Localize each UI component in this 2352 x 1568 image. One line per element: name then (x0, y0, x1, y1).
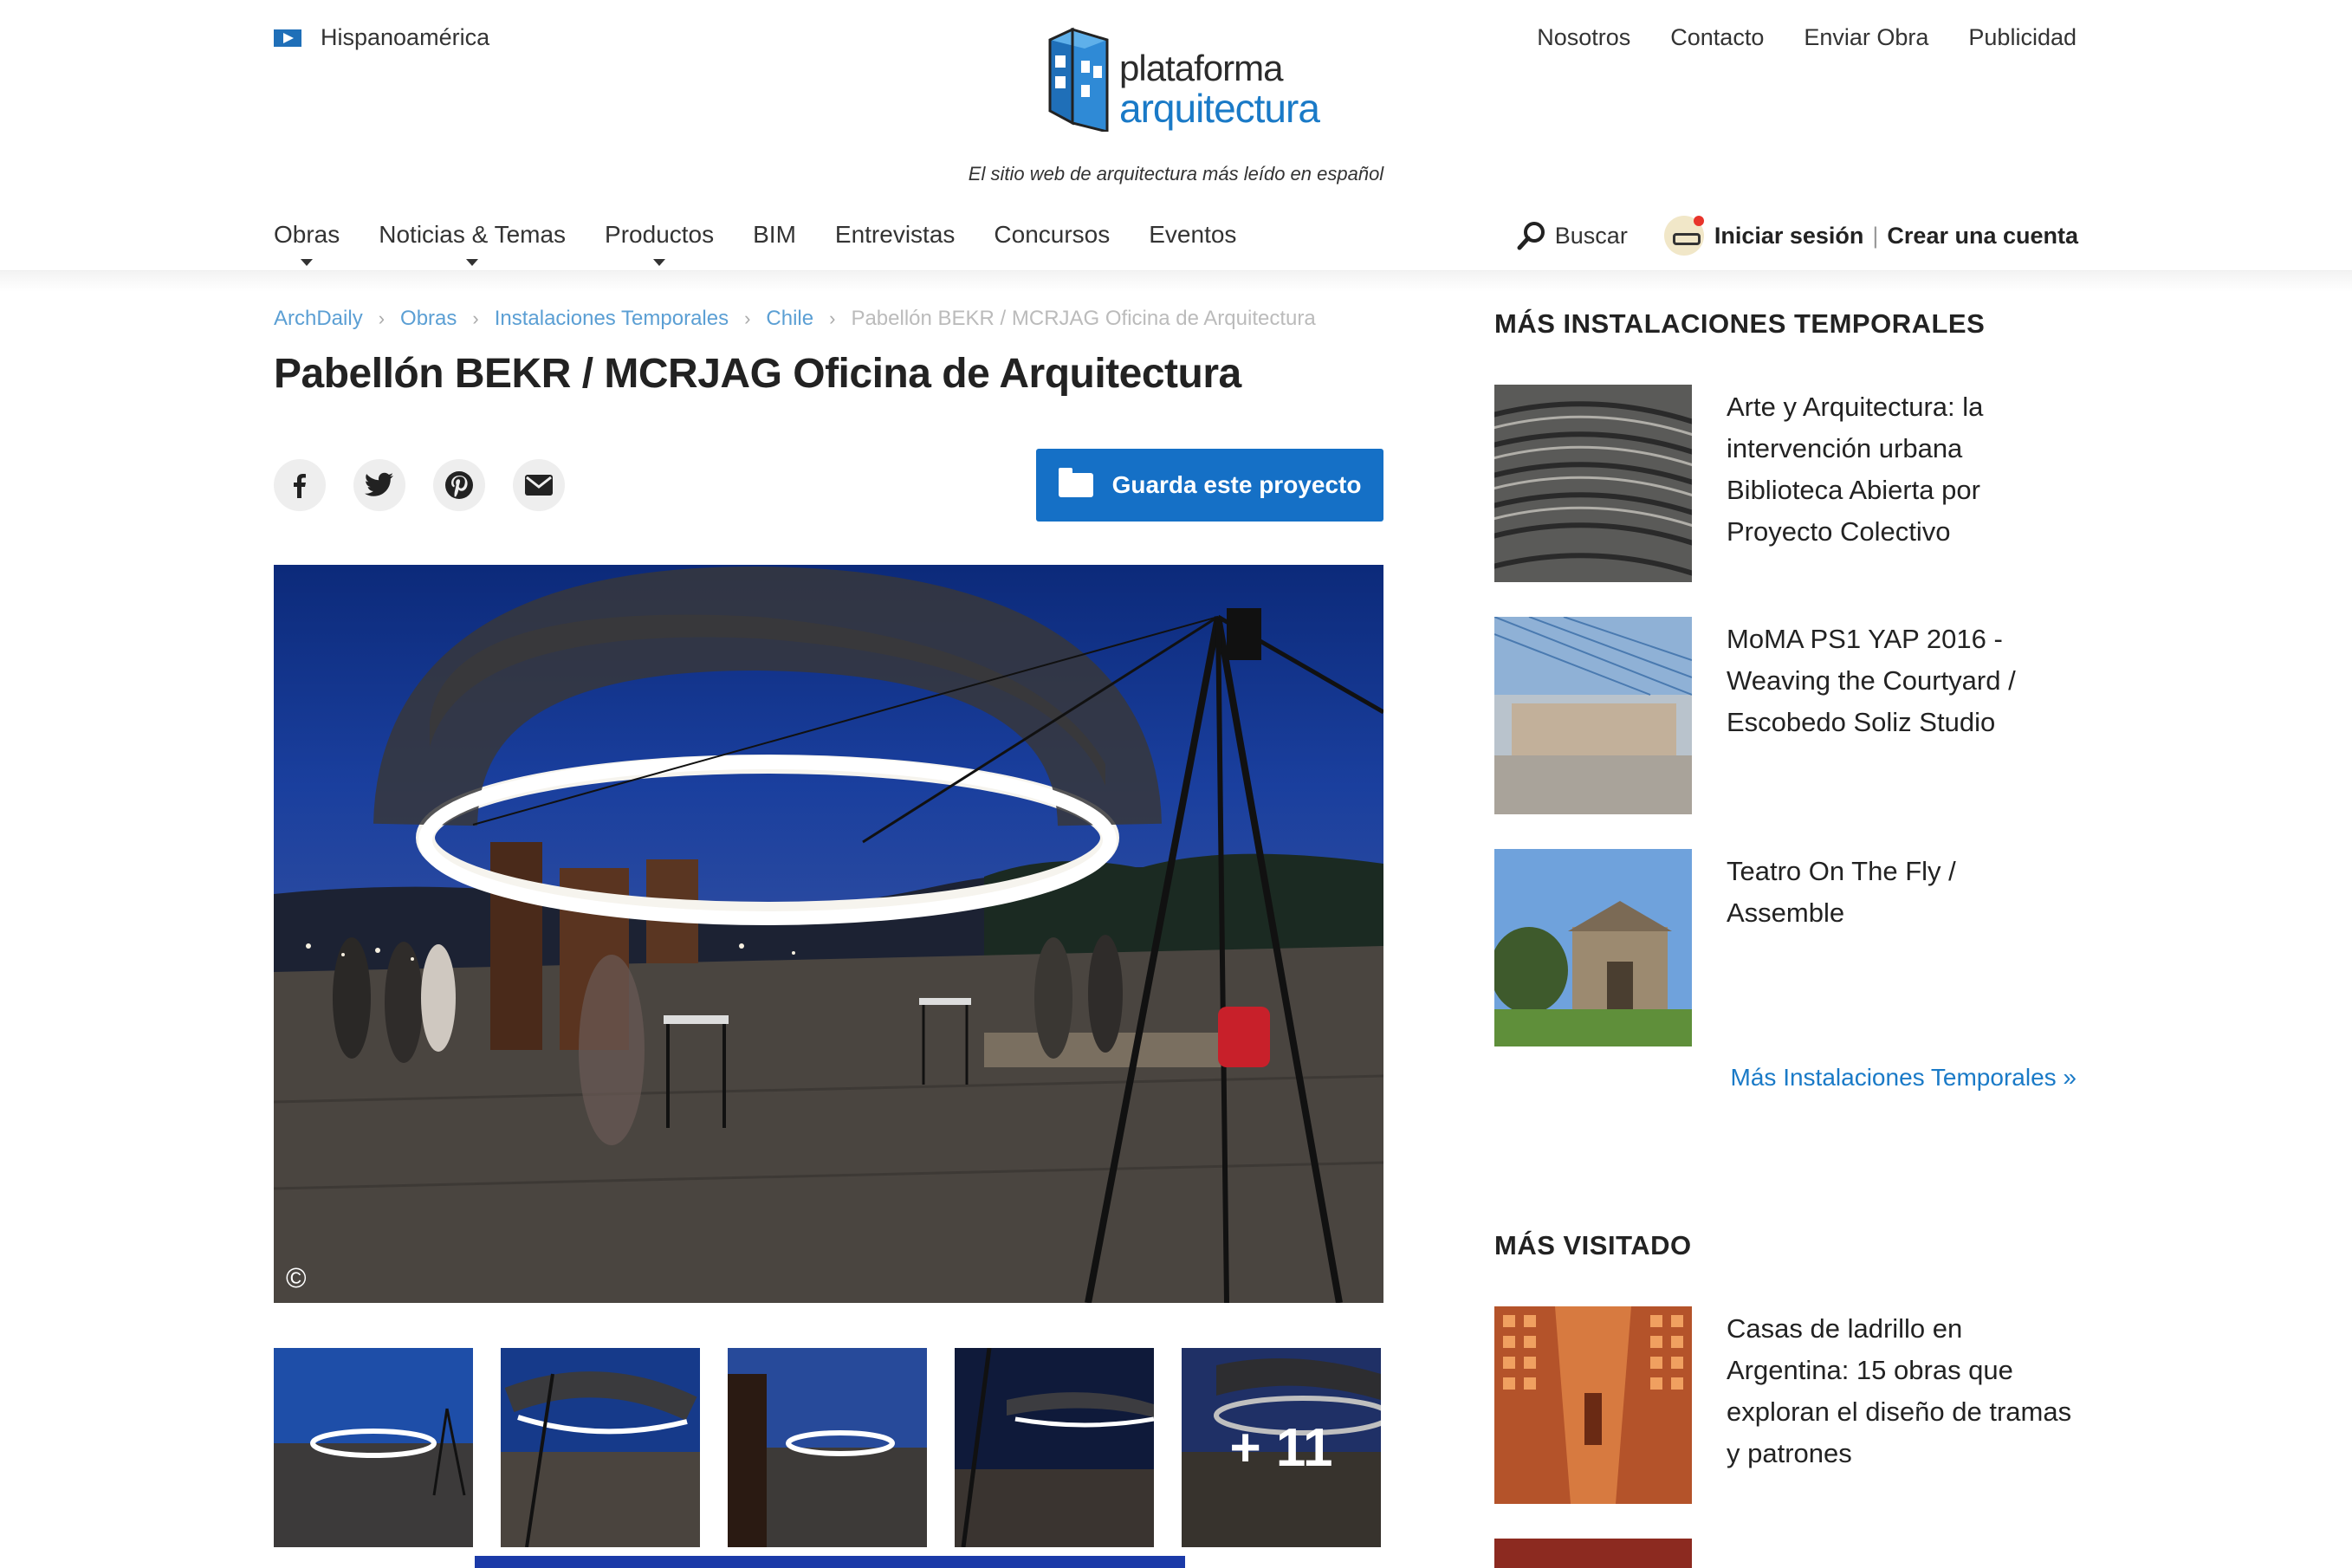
breadcrumb-separator: › (829, 308, 836, 329)
twitter-icon (365, 472, 393, 496)
breadcrumb-archdaily[interactable]: ArchDaily (274, 307, 363, 331)
page-title: Pabellón BEKR / MCRJAG Oficina de Arquit… (274, 351, 1241, 397)
top-links: Nosotros Contacto Enviar Obra Publicidad (1537, 24, 2077, 51)
logo-building-icon (1048, 27, 1109, 132)
link-enviar-obra[interactable]: Enviar Obra (1804, 24, 1928, 51)
site-tagline: El sitio web de arquitectura más leído e… (968, 163, 1384, 185)
pavilion-photo (274, 566, 1383, 1303)
logo-text-top: plataforma (1119, 48, 1283, 88)
thumbnail-image (274, 1348, 473, 1547)
sidebar-thumbnail (1494, 385, 1692, 582)
breadcrumb: ArchDaily › Obras › Instalaciones Tempor… (274, 307, 1316, 331)
region-label: Hispanoamérica (321, 24, 490, 50)
share-facebook-button[interactable] (274, 459, 326, 511)
sidebar-item[interactable]: Arte y Arquitectura: la intervención urb… (1494, 385, 2077, 582)
search-button[interactable]: Buscar (1517, 221, 1628, 250)
nav-productos[interactable]: Productos (605, 221, 714, 266)
site-logo[interactable]: plataforma arquitectura (1046, 21, 1320, 132)
region-selector[interactable]: Hispanoamérica (274, 24, 489, 51)
share-pinterest-button[interactable] (433, 459, 485, 511)
link-contacto[interactable]: Contacto (1670, 24, 1764, 51)
sidebar-thumbnail (1494, 849, 1692, 1046)
breadcrumb-chile[interactable]: Chile (766, 307, 813, 331)
login-link[interactable]: Iniciar sesión (1714, 223, 1864, 249)
share-email-button[interactable] (513, 459, 565, 511)
thumbnail-image (501, 1348, 700, 1547)
hero-image[interactable]: © (274, 565, 1383, 1303)
sidebar-thumbnail (1494, 1539, 1692, 1568)
sidebar-image (1494, 1539, 1692, 1568)
main-nav: Obras Noticias & Temas Productos BIM Ent… (0, 195, 2352, 292)
facebook-icon (294, 474, 306, 498)
thumbnail-4[interactable] (955, 1348, 1154, 1547)
link-publicidad[interactable]: Publicidad (1968, 24, 2077, 51)
sidebar-heading-instalaciones: MÁS INSTALACIONES TEMPORALES (1494, 308, 1986, 339)
breadcrumb-instalaciones[interactable]: Instalaciones Temporales (495, 307, 729, 331)
sidebar-image (1494, 385, 1692, 582)
sidebar-image (1494, 849, 1692, 1046)
sidebar-heading-mas-visitado: MÁS VISITADO (1494, 1230, 1692, 1260)
bottom-banner[interactable] (475, 1556, 1185, 1568)
nav-concursos[interactable]: Concursos (994, 221, 1110, 249)
thumbnail-image (728, 1348, 927, 1547)
breadcrumb-separator: › (378, 308, 386, 329)
sidebar-thumbnail (1494, 1306, 1692, 1504)
sidebar-item-title[interactable]: Casas de ladrillo en Argentina: 15 obras… (1727, 1306, 2077, 1504)
sidebar-item[interactable]: MoMA PS1 YAP 2016 - Weaving the Courtyar… (1494, 617, 2077, 814)
share-buttons (274, 459, 565, 511)
logo-text-bottom: arquitectura (1119, 86, 1320, 131)
breadcrumb-separator: › (744, 308, 751, 329)
thumbnail-image (955, 1348, 1154, 1547)
pinterest-icon (445, 471, 473, 499)
login-separator: | (1872, 222, 1879, 249)
avatar[interactable] (1663, 216, 1704, 256)
breadcrumb-separator: › (472, 308, 479, 329)
search-label: Buscar (1554, 222, 1628, 249)
share-twitter-button[interactable] (353, 459, 405, 511)
chevron-down-icon (466, 259, 479, 266)
nav-bim[interactable]: BIM (753, 221, 796, 249)
sidebar-item[interactable]: Teatro On The Fly / Assemble (1494, 849, 2077, 1046)
folder-icon (1058, 468, 1093, 497)
notification-dot (1693, 216, 1704, 226)
email-icon (525, 475, 553, 496)
thumbnail-1[interactable] (274, 1348, 473, 1547)
nav-eventos[interactable]: Eventos (1149, 221, 1236, 249)
thumbnail-3[interactable] (728, 1348, 927, 1547)
sidebar-image (1494, 1306, 1692, 1504)
save-project-button[interactable]: Guarda este proyecto (1036, 449, 1383, 522)
sidebar-thumbnail (1494, 617, 1692, 814)
signup-link[interactable]: Crear una cuenta (1887, 223, 2078, 249)
thumbnail-2[interactable] (501, 1348, 700, 1547)
chevron-down-icon (301, 259, 314, 266)
sidebar-item[interactable]: Casas de ladrillo en Argentina: 15 obras… (1494, 1306, 2077, 1504)
nav-obras[interactable]: Obras (274, 221, 340, 266)
nav-entrevistas[interactable]: Entrevistas (835, 221, 956, 249)
photo-thumbnails: + 11 (274, 1348, 1381, 1547)
sidebar-item[interactable] (1494, 1539, 2077, 1568)
search-icon (1517, 222, 1545, 250)
top-header: Hispanoamérica plataforma arquitectura E… (0, 0, 2352, 195)
sidebar-item-title[interactable]: Arte y Arquitectura: la intervención urb… (1727, 385, 2077, 582)
flag-icon (274, 29, 301, 47)
sidebar-item-title[interactable]: Teatro On The Fly / Assemble (1727, 849, 2077, 1046)
more-instalaciones-link[interactable]: Más Instalaciones Temporales » (1731, 1064, 2077, 1092)
breadcrumb-obras[interactable]: Obras (400, 307, 457, 331)
chevron-down-icon (653, 259, 666, 266)
more-photos-count: + 11 (1182, 1348, 1381, 1547)
link-nosotros[interactable]: Nosotros (1537, 24, 1630, 51)
thumbnail-5[interactable]: + 11 (1182, 1348, 1381, 1547)
save-project-label: Guarda este proyecto (1111, 471, 1362, 498)
nav-noticias-temas[interactable]: Noticias & Temas (379, 221, 566, 266)
sidebar-image (1494, 617, 1692, 814)
sidebar-item-title[interactable]: MoMA PS1 YAP 2016 - Weaving the Courtyar… (1727, 617, 2077, 814)
breadcrumb-current: Pabellón BEKR / MCRJAG Oficina de Arquit… (851, 307, 1316, 330)
copyright-icon: © (286, 1262, 307, 1293)
